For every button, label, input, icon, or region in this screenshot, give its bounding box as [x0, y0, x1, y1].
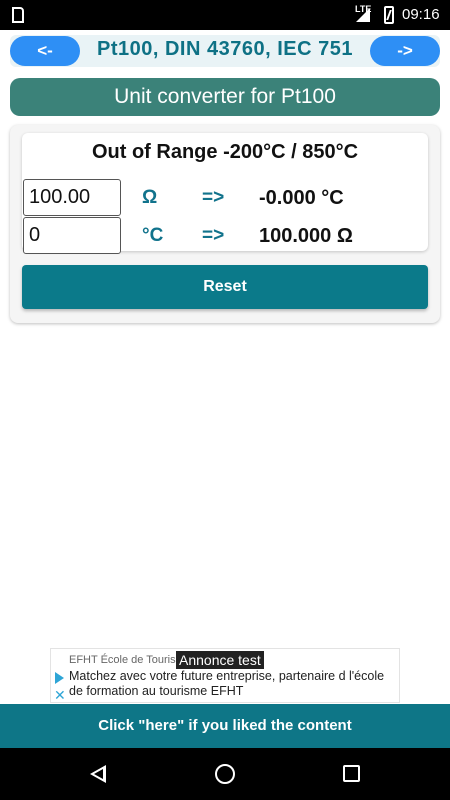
model-navigation: <- Pt100, DIN 43760, IEC 751 -> — [10, 35, 440, 67]
converter-card: Out of Range -200°C / 850°C 100.00 Ω => … — [10, 125, 440, 323]
status-bar: LTE 09:16 — [0, 0, 450, 30]
ad-test-tag: Annonce test — [176, 651, 264, 669]
ohm-result: 100.000 Ω — [259, 225, 353, 247]
ad-close-icon[interactable]: ✕ — [54, 687, 66, 704]
previous-button[interactable]: <- — [10, 36, 80, 66]
celsius-unit-label: °C — [142, 225, 164, 246]
system-navigation-bar — [0, 748, 450, 800]
celsius-input[interactable]: 0 — [23, 217, 121, 254]
ohm-unit-label: Ω — [142, 187, 158, 208]
sd-card-icon — [12, 7, 24, 23]
range-warning: Out of Range -200°C / 850°C — [91, 141, 359, 163]
next-button[interactable]: -> — [370, 36, 440, 66]
arrow-label: => — [202, 225, 225, 246]
ad-text: Matchez avec votre future entreprise, pa… — [69, 669, 385, 698]
back-icon[interactable] — [90, 765, 106, 783]
ohm-input[interactable]: 100.00 — [23, 179, 121, 216]
ad-banner[interactable]: EFHT École de Touris Annonce test ✕ Matc… — [50, 648, 400, 703]
arrow-label: => — [202, 187, 225, 208]
ad-advertiser: EFHT École de Touris — [69, 654, 176, 666]
sensor-title: Pt100, DIN 43760, IEC 751 — [97, 38, 353, 60]
page-title: Unit converter for Pt100 — [10, 78, 440, 116]
signal-icon — [356, 8, 370, 22]
clock: 09:16 — [402, 6, 440, 23]
battery-charging-icon — [384, 6, 394, 24]
ad-play-icon[interactable] — [55, 672, 64, 684]
home-icon[interactable] — [215, 764, 235, 784]
reset-button[interactable]: Reset — [22, 265, 428, 309]
recent-apps-icon[interactable] — [343, 765, 360, 782]
celsius-result: -0.000 °C — [259, 187, 344, 209]
like-button[interactable]: Click "here" if you liked the content — [0, 704, 450, 748]
converter-panel: Out of Range -200°C / 850°C 100.00 Ω => … — [22, 133, 428, 254]
